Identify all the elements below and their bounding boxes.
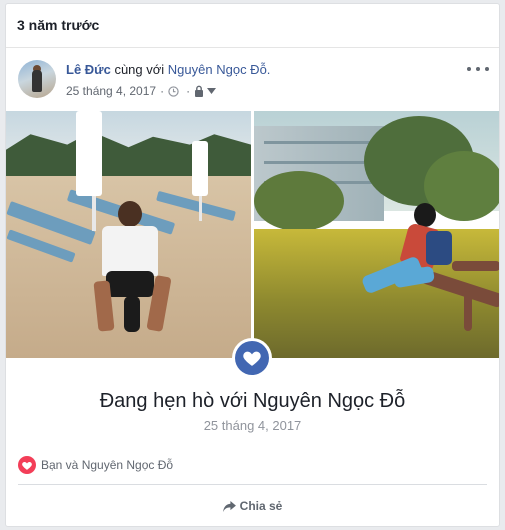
share-arrow-icon xyxy=(222,500,236,512)
separator-2: · xyxy=(186,84,191,98)
photo-right-park[interactable] xyxy=(254,111,499,358)
post-date-link[interactable]: 25 tháng 4, 2017 xyxy=(66,84,156,98)
share-button[interactable]: Chia sẻ xyxy=(6,490,499,522)
post-meta: 25 tháng 4, 2017 · · xyxy=(66,84,219,98)
share-label: Chia sẻ xyxy=(239,499,283,513)
lock-icon[interactable] xyxy=(194,85,204,97)
memory-card: 3 năm trước Lê Đức cùng với Nguyên Ngọc … xyxy=(5,3,500,527)
avatar[interactable] xyxy=(18,60,56,98)
caret-down-icon[interactable] xyxy=(207,88,217,94)
more-options-button[interactable] xyxy=(467,62,489,76)
card-header: 3 năm trước xyxy=(6,4,499,48)
with-text: cùng với xyxy=(114,62,165,77)
photo-left-beach[interactable] xyxy=(6,111,251,358)
tagged-person-link[interactable]: Nguyên Ngọc Đỗ. xyxy=(168,62,271,77)
post-author-line: Lê Đức cùng với Nguyên Ngọc Đỗ. xyxy=(66,62,270,77)
separator: · xyxy=(160,84,165,98)
life-event-badge xyxy=(232,338,272,378)
memory-title: 3 năm trước xyxy=(17,17,100,33)
divider xyxy=(18,484,487,485)
reactions-summary[interactable]: Bạn và Nguyên Ngọc Đỗ xyxy=(18,456,173,474)
photo-pair xyxy=(6,111,499,358)
life-event-title: Đang hẹn hò với Nguyên Ngọc Đỗ xyxy=(99,390,406,412)
reactions-text: Bạn và Nguyên Ngọc Đỗ xyxy=(41,458,174,472)
heart-icon xyxy=(235,341,269,375)
author-name-link[interactable]: Lê Đức xyxy=(66,62,111,77)
more-icon xyxy=(467,67,471,71)
clock-icon xyxy=(168,85,179,97)
life-event-date: 25 tháng 4, 2017 xyxy=(203,418,302,433)
love-reaction-icon xyxy=(18,456,36,474)
post-author-row: Lê Đức cùng với Nguyên Ngọc Đỗ. 25 tháng… xyxy=(6,48,499,108)
